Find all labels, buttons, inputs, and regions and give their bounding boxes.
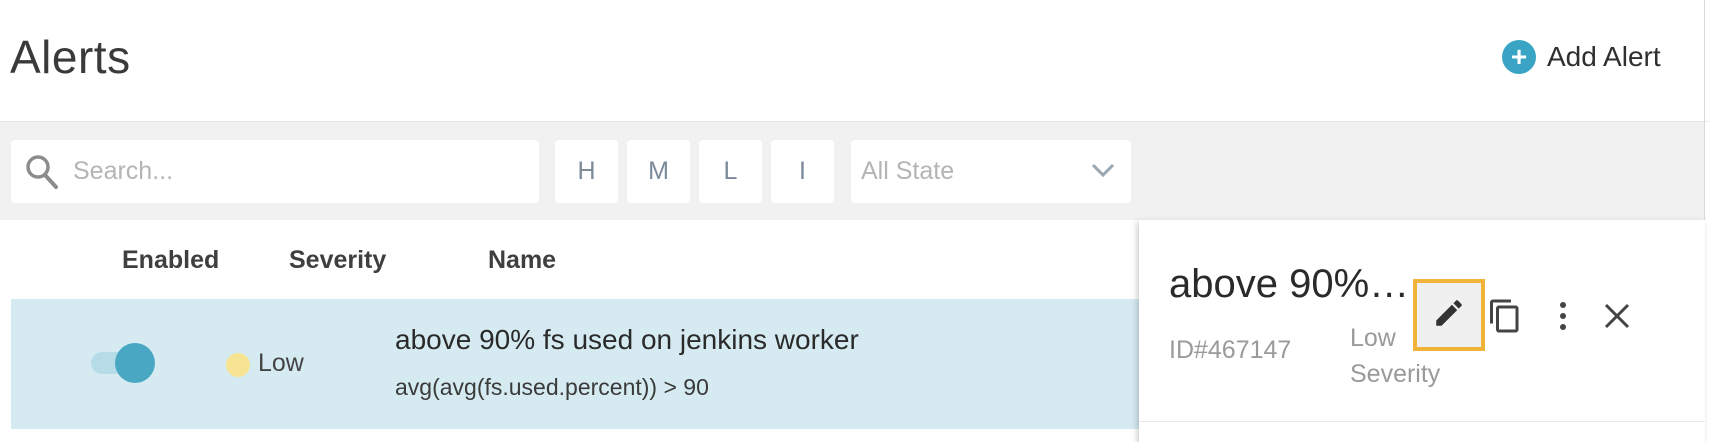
search-box[interactable] (11, 140, 539, 203)
alert-query: avg(avg(fs.used.percent)) > 90 (395, 374, 709, 400)
severity-dot (226, 353, 250, 377)
table-header: Enabled Severity Name (0, 222, 1140, 298)
filter-toolbar: H M L I All State (0, 122, 1704, 220)
add-alert-button[interactable]: + Add Alert (1502, 40, 1661, 74)
close-panel-button[interactable] (1597, 298, 1637, 338)
detail-title: above 90% fs used on jenkins worker (1169, 262, 1415, 306)
table-row[interactable]: Low above 90% fs used on jenkins worker … (11, 299, 1141, 429)
enabled-toggle[interactable] (91, 343, 155, 383)
state-filter-select[interactable]: All State (851, 140, 1131, 203)
pencil-icon (1432, 296, 1466, 335)
add-alert-label: Add Alert (1547, 41, 1661, 72)
more-options-button[interactable] (1543, 298, 1583, 338)
page-title: Alerts (10, 31, 131, 83)
alert-name: above 90% fs used on jenkins worker (395, 324, 859, 355)
close-icon (1603, 302, 1631, 335)
severity-filter-high[interactable]: H (555, 140, 618, 203)
duplicate-button[interactable] (1485, 298, 1525, 338)
plus-circle-icon: + (1502, 40, 1536, 74)
copy-icon (1487, 298, 1523, 339)
severity-label: Low (258, 349, 304, 377)
column-header-enabled[interactable]: Enabled (122, 246, 219, 275)
detail-alert-id: ID#467147 (1169, 336, 1292, 364)
state-filter-value: All State (861, 157, 955, 185)
more-vertical-icon (1557, 300, 1569, 337)
column-header-severity[interactable]: Severity (289, 246, 386, 275)
severity-filter-low[interactable]: L (699, 140, 762, 203)
severity-filter-medium[interactable]: M (627, 140, 690, 203)
detail-severity-label: Severity (1350, 360, 1441, 388)
chevron-down-icon (1091, 162, 1115, 183)
search-input[interactable] (73, 140, 523, 203)
panel-divider (1139, 421, 1705, 422)
toggle-knob (115, 343, 155, 383)
column-header-name[interactable]: Name (488, 246, 556, 275)
search-icon (25, 154, 59, 195)
edit-button[interactable] (1413, 279, 1485, 351)
severity-filter-info[interactable]: I (771, 140, 834, 203)
alert-detail-panel: above 90% fs used on jenkins worker ID#4… (1139, 220, 1705, 442)
page-header: Alerts + Add Alert (0, 0, 1709, 122)
